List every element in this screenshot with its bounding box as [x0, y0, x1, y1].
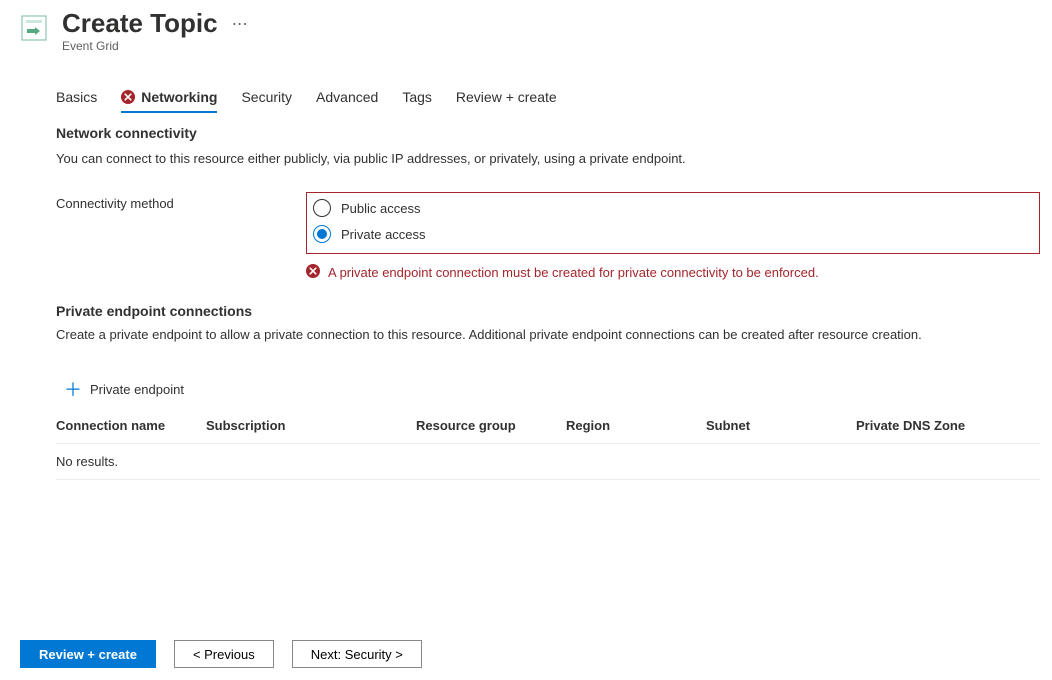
- wizard-tabs: Basics Networking Security Advanced Tags…: [56, 83, 1040, 111]
- next-button[interactable]: Next: Security >: [292, 640, 422, 668]
- table-row-empty: No results.: [56, 444, 1040, 480]
- tab-networking-label: Networking: [141, 89, 217, 105]
- network-connectivity-heading: Network connectivity: [56, 125, 1040, 141]
- network-connectivity-description: You can connect to this resource either …: [56, 151, 1040, 166]
- event-grid-topic-icon: [20, 14, 48, 42]
- add-private-endpoint-label: Private endpoint: [90, 382, 184, 397]
- tab-networking[interactable]: Networking: [121, 83, 217, 113]
- col-resource-group[interactable]: Resource group: [416, 410, 566, 444]
- empty-results-text: No results.: [56, 444, 1040, 480]
- tab-security[interactable]: Security: [241, 83, 292, 111]
- previous-button[interactable]: < Previous: [174, 640, 274, 668]
- radio-unselected-icon: [313, 199, 331, 217]
- more-options-button[interactable]: ⋯: [232, 14, 249, 34]
- connectivity-error-message: A private endpoint connection must be cr…: [306, 264, 1040, 281]
- plus-icon: ＋: [64, 376, 82, 402]
- radio-selected-icon: [313, 225, 331, 243]
- add-private-endpoint-button[interactable]: ＋ Private endpoint: [56, 372, 1040, 410]
- wizard-footer: Review + create < Previous Next: Securit…: [20, 628, 422, 668]
- col-region[interactable]: Region: [566, 410, 706, 444]
- tab-tags[interactable]: Tags: [402, 83, 432, 111]
- page-title: Create Topic: [62, 8, 218, 39]
- col-private-dns-zone[interactable]: Private DNS Zone: [856, 410, 1040, 444]
- tab-advanced[interactable]: Advanced: [316, 83, 378, 111]
- error-icon: [306, 264, 320, 281]
- private-endpoint-heading: Private endpoint connections: [56, 303, 1040, 319]
- col-subscription[interactable]: Subscription: [206, 410, 416, 444]
- radio-private-access[interactable]: Private access: [313, 221, 1033, 247]
- private-endpoints-table: Connection name Subscription Resource gr…: [56, 410, 1040, 480]
- connectivity-method-label: Connectivity method: [56, 192, 306, 211]
- col-subnet[interactable]: Subnet: [706, 410, 856, 444]
- radio-public-access-label: Public access: [341, 201, 420, 216]
- connectivity-method-radiogroup: Public access Private access: [306, 192, 1040, 254]
- page-subtitle: Event Grid: [62, 39, 249, 53]
- col-connection-name[interactable]: Connection name: [56, 410, 206, 444]
- review-create-button[interactable]: Review + create: [20, 640, 156, 668]
- error-badge-icon: [121, 90, 135, 104]
- radio-public-access[interactable]: Public access: [313, 195, 1033, 221]
- connectivity-error-text: A private endpoint connection must be cr…: [328, 265, 819, 280]
- tab-review-create[interactable]: Review + create: [456, 83, 557, 111]
- private-endpoint-description: Create a private endpoint to allow a pri…: [56, 327, 1040, 342]
- tab-basics[interactable]: Basics: [56, 83, 97, 111]
- radio-private-access-label: Private access: [341, 227, 426, 242]
